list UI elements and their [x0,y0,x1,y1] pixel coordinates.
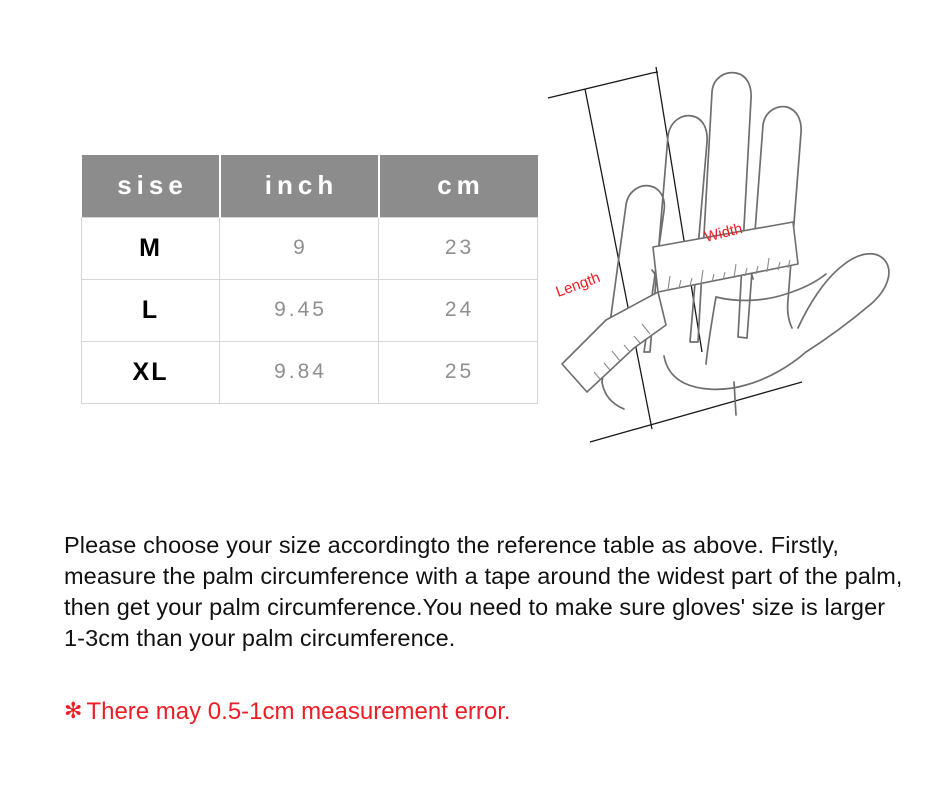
glove-size-chart-table: sise inch cm M 9 23 L 9.45 24 XL 9.84 25 [81,155,538,404]
measurement-error-note: ✻ There may 0.5-1cm measurement error. [64,698,511,726]
guide-line-top [547,72,653,99]
asterisk-icon: ✻ [64,698,83,723]
length-label: Length [554,269,603,301]
table-row: L 9.45 24 [81,278,538,342]
column-header-inch: inch [218,155,380,217]
cell-cm: 23 [378,216,538,280]
cell-size: XL [81,340,220,404]
cell-size: L [81,278,220,342]
cell-inch: 9.84 [219,340,379,404]
table-row: XL 9.84 25 [81,340,538,404]
wrist-left-path [601,381,625,410]
cell-size: M [81,216,220,280]
table-body: M 9 23 L 9.45 24 XL 9.84 25 [81,216,538,404]
thumb-crease-path [715,273,827,302]
column-header-cm: cm [377,155,538,217]
cell-inch: 9.45 [219,278,379,342]
guide-line-bottom [589,381,803,443]
cell-inch: 9 [219,216,379,280]
sizing-instructions-text: Please choose your size accordingto the … [64,531,903,651]
column-header-size: sise [81,155,221,217]
table-header: sise inch cm [81,155,538,217]
cell-cm: 24 [378,278,538,342]
hand-measurement-diagram: Width Length [540,52,940,452]
table-row: M 9 23 [81,216,538,280]
table-header-row: sise inch cm [81,155,538,217]
palm-crease-path [705,296,717,365]
measuring-tape [561,221,799,393]
measurement-error-text: There may 0.5-1cm measurement error. [86,698,511,725]
palm-heel-path [663,351,807,391]
cell-cm: 25 [378,340,538,404]
thumb-path [797,253,890,353]
